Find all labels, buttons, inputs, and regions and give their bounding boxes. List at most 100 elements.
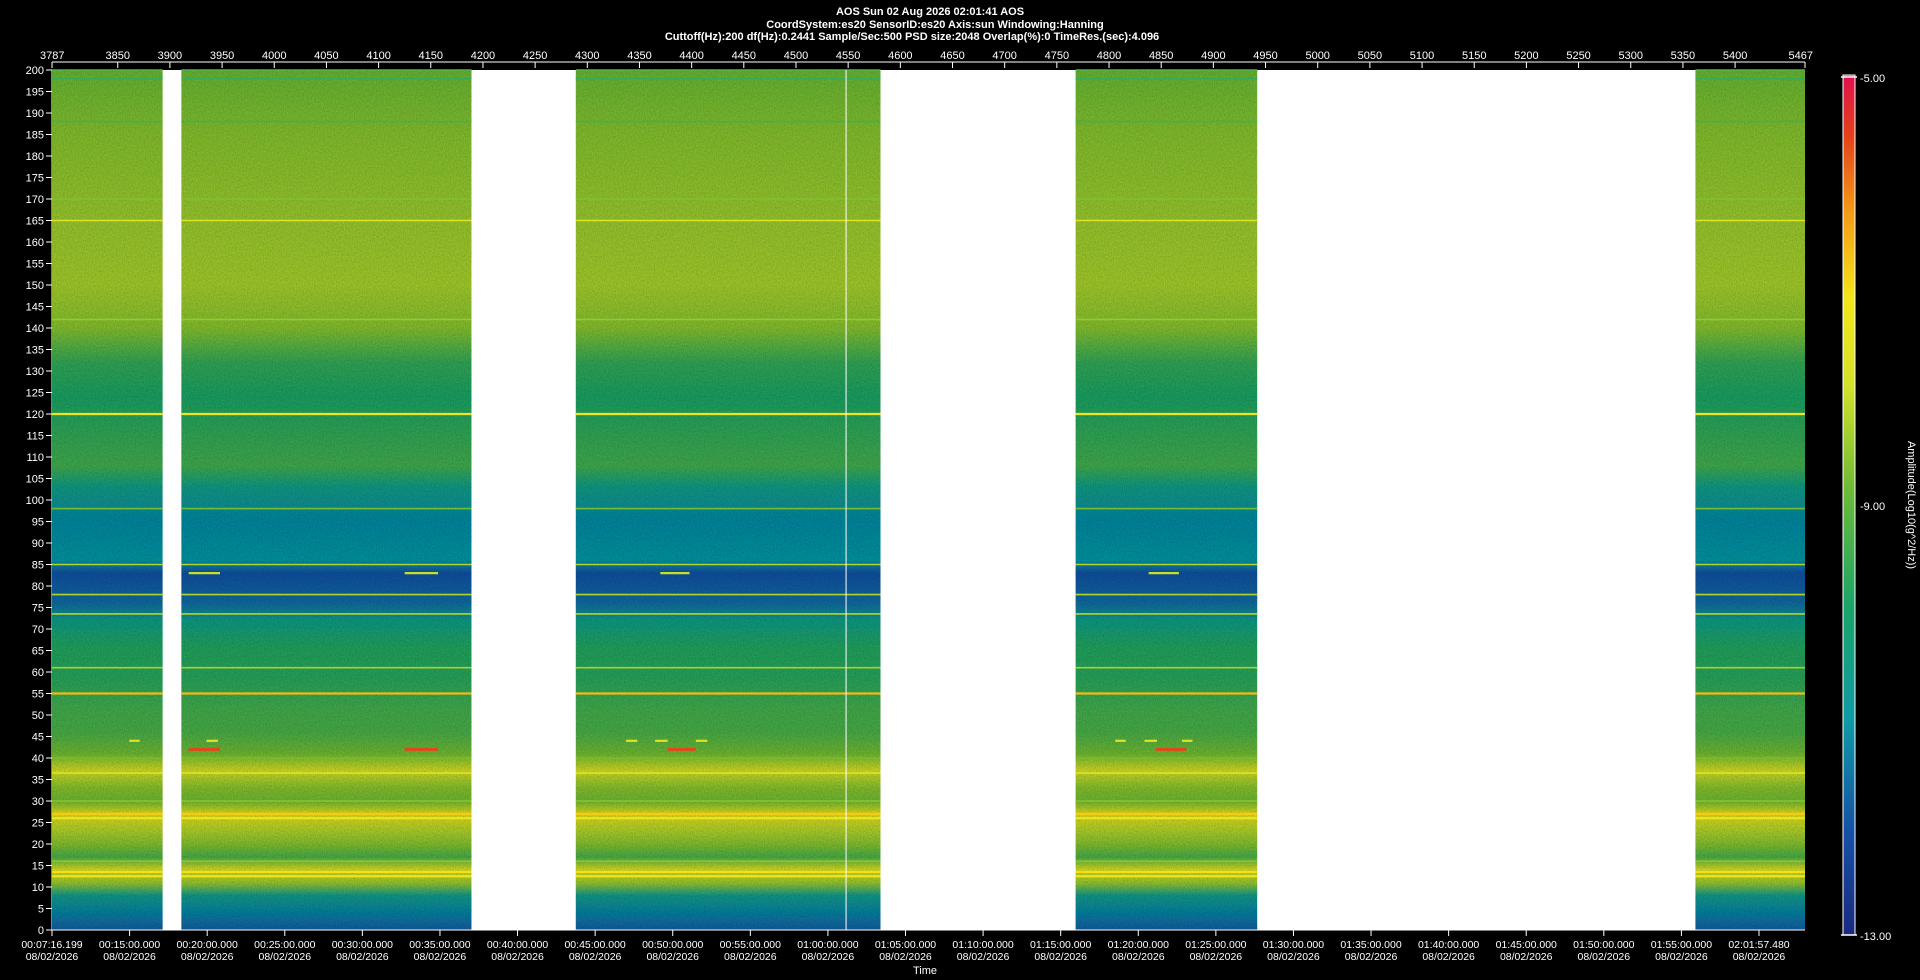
top-tick-label-5100: 5100 <box>1410 50 1434 62</box>
top-tick-label-5467: 5467 <box>1789 50 1813 62</box>
y-tick-label-140: 140 <box>26 323 44 335</box>
y-tick-label-155: 155 <box>26 259 44 271</box>
top-tick-label-3787: 3787 <box>40 50 64 62</box>
top-tick-label-4950: 4950 <box>1253 50 1277 62</box>
header-params-line-2: Cuttoff(Hz):200 df(Hz):0.2441 Sample/Sec… <box>665 31 1159 43</box>
y-tick-label-45: 45 <box>32 732 44 744</box>
y-tick-label-5: 5 <box>38 904 44 916</box>
time-tick-date-15: 08/02/2026 <box>1112 951 1165 963</box>
top-tick-label-5400: 5400 <box>1723 50 1747 62</box>
time-tick-time-18: 01:35:00.000 <box>1340 939 1401 951</box>
top-tick-label-4800: 4800 <box>1097 50 1121 62</box>
header-params-line-1: CoordSystem:es20 SensorID:es20 Axis:sun … <box>766 19 1104 31</box>
time-tick-date-11: 08/02/2026 <box>802 951 855 963</box>
time-tick-date-9: 08/02/2026 <box>646 951 699 963</box>
time-tick-date-5: 08/02/2026 <box>336 951 389 963</box>
time-tick-time-21: 01:50:00.000 <box>1573 939 1634 951</box>
colorbar-label: Amplitude(Log10(g^2/Hz)) <box>1905 441 1917 569</box>
y-tick-label-65: 65 <box>32 646 44 658</box>
top-tick-label-3950: 3950 <box>210 50 234 62</box>
time-tick-time-4: 00:25:00.000 <box>254 939 315 951</box>
time-tick-time-19: 01:40:00.000 <box>1418 939 1479 951</box>
time-tick-time-1: 00:07:16.199 <box>21 939 82 951</box>
y-tick-label-120: 120 <box>26 409 44 421</box>
time-tick-time-7: 00:40:00.000 <box>487 939 548 951</box>
top-tick-label-5000: 5000 <box>1305 50 1329 62</box>
y-tick-label-100: 100 <box>26 495 44 507</box>
colorbar-tick-max: -5.00 <box>1860 73 1885 85</box>
time-tick-time-11: 01:00:00.000 <box>797 939 858 951</box>
y-tick-label-85: 85 <box>32 560 44 572</box>
time-tick-time-6: 00:35:00.000 <box>409 939 470 951</box>
time-tick-date-10: 08/02/2026 <box>724 951 777 963</box>
time-tick-date-17: 08/02/2026 <box>1267 951 1320 963</box>
time-tick-date-13: 08/02/2026 <box>957 951 1010 963</box>
top-tick-label-3850: 3850 <box>105 50 129 62</box>
top-tick-label-4150: 4150 <box>419 50 443 62</box>
colorbar-tick-mid: -9.00 <box>1860 501 1885 513</box>
time-tick-time-10: 00:55:00.000 <box>720 939 781 951</box>
top-tick-label-4100: 4100 <box>366 50 390 62</box>
top-tick-label-4700: 4700 <box>992 50 1016 62</box>
time-tick-time-5: 00:30:00.000 <box>332 939 393 951</box>
time-tick-time-8: 00:45:00.000 <box>564 939 625 951</box>
time-tick-time-15: 01:20:00.000 <box>1108 939 1169 951</box>
time-tick-time-2: 00:15:00.000 <box>99 939 160 951</box>
time-tick-date-18: 08/02/2026 <box>1345 951 1398 963</box>
time-tick-time-9: 00:50:00.000 <box>642 939 703 951</box>
top-tick-label-4600: 4600 <box>888 50 912 62</box>
top-tick-label-4000: 4000 <box>262 50 286 62</box>
top-tick-label-5250: 5250 <box>1566 50 1590 62</box>
time-tick-date-22: 08/02/2026 <box>1655 951 1708 963</box>
top-tick-label-5350: 5350 <box>1671 50 1695 62</box>
y-tick-label-55: 55 <box>32 689 44 701</box>
y-tick-label-135: 135 <box>26 345 44 357</box>
top-tick-label-4850: 4850 <box>1149 50 1173 62</box>
time-tick-date-3: 08/02/2026 <box>181 951 234 963</box>
top-tick-label-4350: 4350 <box>627 50 651 62</box>
y-tick-label-160: 160 <box>26 237 44 249</box>
y-tick-label-180: 180 <box>26 151 44 163</box>
time-tick-date-1: 08/02/2026 <box>26 951 79 963</box>
y-tick-label-165: 165 <box>26 216 44 228</box>
y-tick-label-105: 105 <box>26 474 44 486</box>
time-tick-date-14: 08/02/2026 <box>1034 951 1087 963</box>
y-tick-label-90: 90 <box>32 538 44 550</box>
time-tick-date-20: 08/02/2026 <box>1500 951 1553 963</box>
time-tick-time-22: 01:55:00.000 <box>1651 939 1712 951</box>
y-tick-label-110: 110 <box>26 452 44 464</box>
top-tick-label-4550: 4550 <box>836 50 860 62</box>
time-tick-time-16: 01:25:00.000 <box>1185 939 1246 951</box>
time-tick-time-17: 01:30:00.000 <box>1263 939 1324 951</box>
time-tick-date-19: 08/02/2026 <box>1422 951 1475 963</box>
colorbar-tick-min: -13.00 <box>1860 931 1891 943</box>
time-tick-date-4: 08/02/2026 <box>258 951 311 963</box>
time-tick-date-2: 08/02/2026 <box>103 951 156 963</box>
x-axis-label: Time <box>913 965 937 977</box>
y-tick-label-185: 185 <box>26 130 44 142</box>
y-tick-label-50: 50 <box>32 710 44 722</box>
time-tick-time-23: 02:01:57.480 <box>1728 939 1789 951</box>
top-tick-label-3900: 3900 <box>158 50 182 62</box>
time-tick-time-12: 01:05:00.000 <box>875 939 936 951</box>
top-tick-label-4250: 4250 <box>523 50 547 62</box>
y-tick-label-200: 200 <box>26 65 44 77</box>
top-tick-label-4450: 4450 <box>732 50 756 62</box>
y-tick-label-195: 195 <box>26 87 44 99</box>
y-tick-label-60: 60 <box>32 667 44 679</box>
y-tick-label-150: 150 <box>26 280 44 292</box>
y-tick-label-0: 0 <box>38 925 44 937</box>
time-tick-date-23: 08/02/2026 <box>1733 951 1786 963</box>
time-tick-date-7: 08/02/2026 <box>491 951 544 963</box>
top-tick-label-4750: 4750 <box>1045 50 1069 62</box>
top-tick-label-4300: 4300 <box>575 50 599 62</box>
top-tick-label-4500: 4500 <box>784 50 808 62</box>
top-tick-label-5150: 5150 <box>1462 50 1486 62</box>
y-tick-label-35: 35 <box>32 775 44 787</box>
colorbar-gradient <box>1842 74 1856 936</box>
time-tick-date-6: 08/02/2026 <box>414 951 467 963</box>
time-tick-time-20: 01:45:00.000 <box>1496 939 1557 951</box>
y-tick-label-115: 115 <box>26 431 44 443</box>
time-tick-time-14: 01:15:00.000 <box>1030 939 1091 951</box>
y-tick-label-25: 25 <box>32 818 44 830</box>
